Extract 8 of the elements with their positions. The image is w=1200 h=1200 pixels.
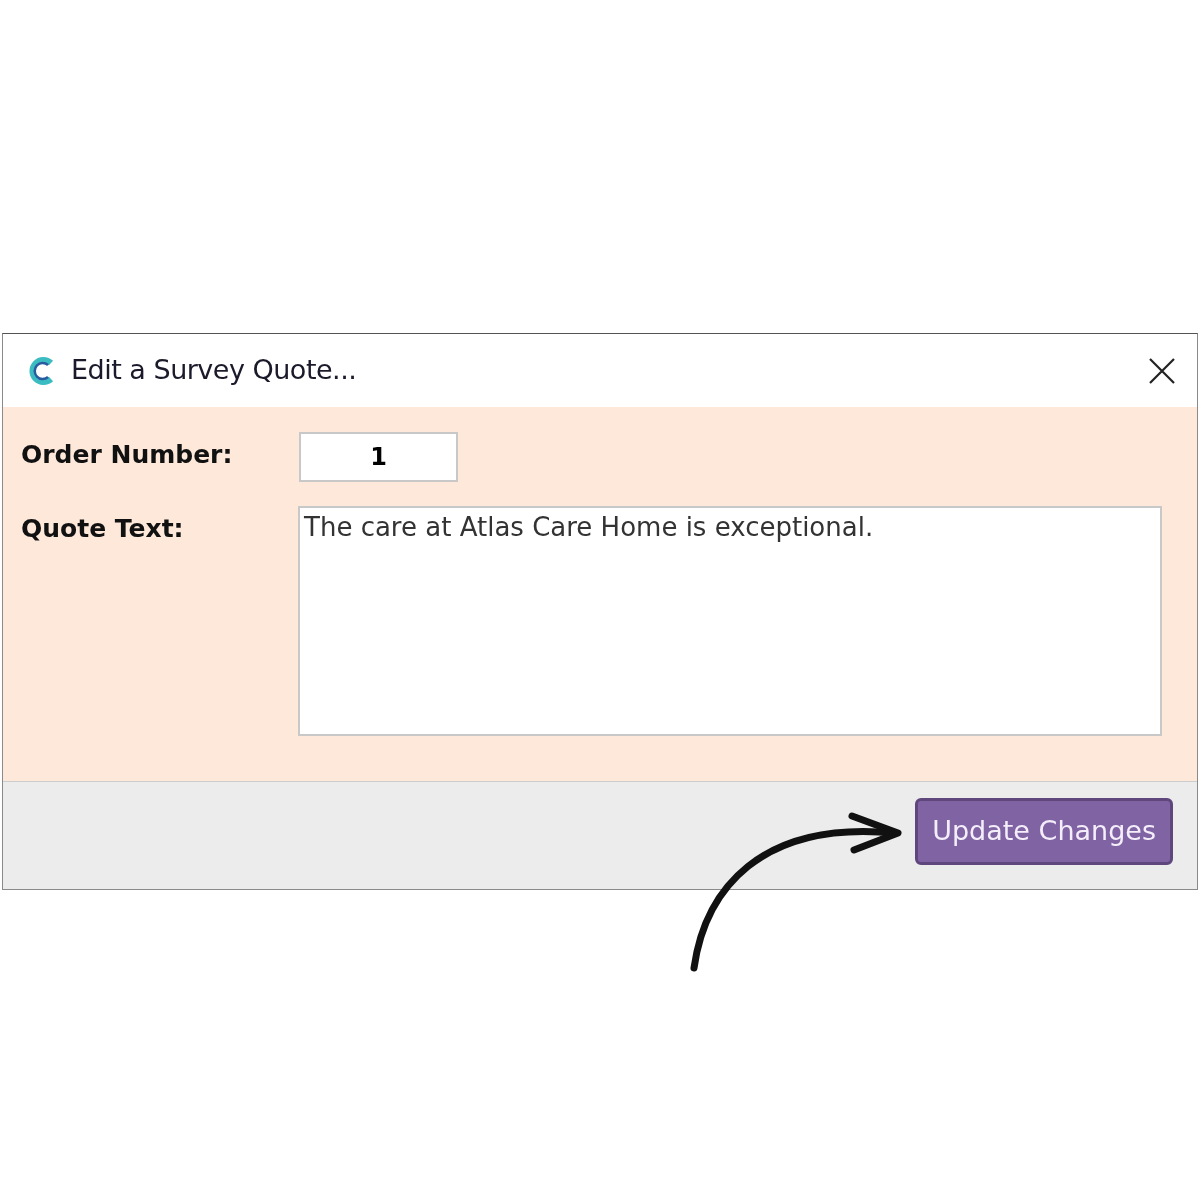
update-changes-button[interactable]: Update Changes <box>915 798 1173 865</box>
close-icon[interactable] <box>1149 357 1175 384</box>
field-label: Order Number: <box>21 439 234 471</box>
order-number-field[interactable]: 1 <box>299 432 458 482</box>
field-label: Quote Text: <box>21 513 185 545</box>
quote-text-field[interactable]: The care at Atlas Care Home is exceptional. <box>298 506 1162 736</box>
app-logo-icon <box>27 355 55 386</box>
window-title: Edit a Survey Quote... <box>71 353 357 388</box>
